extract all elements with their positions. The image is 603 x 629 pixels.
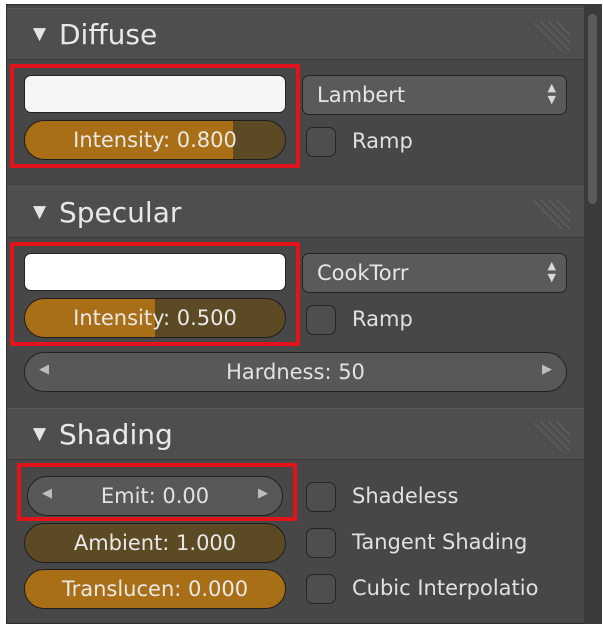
shadeless-label: Shadeless [352,484,459,508]
translucency-slider[interactable]: Translucen: 0.000 [24,569,286,609]
collapse-triangle-icon[interactable]: ▼ [33,24,46,44]
collapse-triangle-icon[interactable]: ▼ [33,424,46,444]
diffuse-shader-dropdown[interactable]: Lambert ▲ ▼ [302,75,567,115]
panel-drag-grip-icon[interactable] [534,199,570,229]
slider-label: Ambient: 1.000 [73,531,237,555]
scrollbar-thumb[interactable] [588,14,597,204]
specular-ramp-label: Ramp [352,307,413,331]
updown-arrows-icon: ▲ ▼ [547,81,556,106]
updown-arrows-icon: ▲ ▼ [547,259,556,284]
specular-shader-dropdown[interactable]: CookTorr ▲ ▼ [302,253,567,293]
specular-panel-header[interactable]: ▼ Specular [7,186,584,238]
panel-title-specular: Specular [59,196,182,229]
shading-panel-header[interactable]: ▼ Shading [7,408,584,460]
increment-arrow-icon[interactable]: ▶ [542,362,552,377]
panel-title-shading: Shading [59,418,173,451]
diffuse-ramp-label: Ramp [352,129,413,153]
ambient-slider[interactable]: Ambient: 1.000 [24,523,286,563]
tangent-shading-checkbox[interactable] [306,528,336,558]
cubic-interpolation-checkbox[interactable] [306,574,336,604]
tangent-shading-label: Tangent Shading [352,530,528,554]
highlight-box [10,242,300,346]
shadeless-checkbox[interactable] [306,482,336,512]
panel-drag-grip-icon[interactable] [534,21,570,51]
hardness-field[interactable]: ◀ Hardness: 50 ▶ [24,352,567,392]
dropdown-label: CookTorr [317,261,409,285]
panel-title-diffuse: Diffuse [59,18,158,51]
panel-drag-grip-icon[interactable] [534,421,570,451]
highlight-box [10,64,300,168]
cubic-interpolation-label: Cubic Interpolatio [352,576,539,600]
field-label: Hardness: 50 [226,360,365,384]
collapse-triangle-icon[interactable]: ▼ [33,202,46,222]
diffuse-panel-header[interactable]: ▼ Diffuse [7,8,584,60]
dropdown-label: Lambert [317,83,406,107]
highlight-box [17,463,297,521]
diffuse-ramp-checkbox[interactable] [306,127,336,157]
slider-label: Translucen: 0.000 [61,577,249,601]
specular-ramp-checkbox[interactable] [306,305,336,335]
